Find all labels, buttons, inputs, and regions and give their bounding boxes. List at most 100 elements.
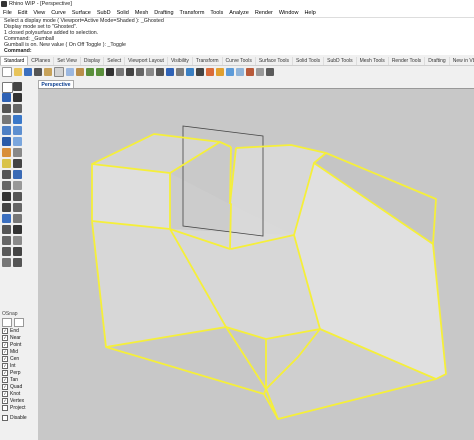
open-folder-icon[interactable] — [14, 68, 22, 76]
extrude-icon[interactable] — [13, 126, 22, 135]
rotate-icon[interactable] — [2, 203, 11, 212]
point-icon[interactable] — [13, 82, 22, 91]
tab-select[interactable]: Select — [104, 57, 126, 65]
menu-file[interactable]: File — [0, 10, 15, 16]
checkbox-checked-icon[interactable]: ✓ — [2, 383, 8, 390]
tab-visibility[interactable]: Visibility — [168, 57, 193, 65]
rotate-view-icon[interactable] — [116, 68, 124, 76]
scale-icon[interactable] — [13, 203, 22, 212]
menu-window[interactable]: Window — [276, 10, 302, 16]
tab-set-view[interactable]: Set View — [54, 57, 81, 65]
rectangle-icon[interactable] — [2, 115, 11, 124]
checkbox-checked-icon[interactable]: ✓ — [2, 397, 8, 404]
menu-drafting[interactable]: Drafting — [151, 10, 176, 16]
copy-icon[interactable] — [66, 68, 74, 76]
menu-analyze[interactable]: Analyze — [226, 10, 252, 16]
command-prompt[interactable]: Command: — [0, 48, 474, 54]
menu-edit[interactable]: Edit — [15, 10, 30, 16]
checkbox-checked-icon[interactable]: ✓ — [2, 390, 8, 397]
osnap-item-end[interactable]: ✓ End — [0, 327, 36, 334]
surface-icon[interactable] — [2, 126, 11, 135]
hide-icon[interactable] — [2, 258, 11, 267]
polyline-icon[interactable] — [2, 93, 11, 102]
cplane-icon[interactable] — [176, 68, 184, 76]
tab-subd-tools[interactable]: SubD Tools — [324, 57, 357, 65]
rendered-mode-icon[interactable] — [246, 68, 254, 76]
box-icon[interactable] — [2, 137, 11, 146]
sphere-icon[interactable] — [13, 137, 22, 146]
copy-object-icon[interactable] — [13, 192, 22, 201]
menu-view[interactable]: View — [30, 10, 48, 16]
properties-icon[interactable] — [196, 68, 204, 76]
explode-icon[interactable] — [2, 181, 11, 190]
osnap-item-knot[interactable]: ✓ Knot — [0, 390, 36, 397]
checkbox-checked-icon[interactable]: ✓ — [2, 327, 8, 334]
checkbox-checked-icon[interactable]: ✓ — [2, 376, 8, 383]
osnap-item-tan[interactable]: ✓ Tan — [0, 376, 36, 383]
analyze-icon[interactable] — [2, 247, 11, 256]
block-icon[interactable] — [13, 247, 22, 256]
subd-icon[interactable] — [13, 148, 22, 157]
menu-transform[interactable]: Transform — [177, 10, 208, 16]
four-view-icon[interactable] — [166, 68, 174, 76]
mirror-icon[interactable] — [2, 214, 11, 223]
menu-render[interactable]: Render — [252, 10, 276, 16]
perspective-viewport[interactable] — [38, 88, 474, 440]
tab-curve-tools[interactable]: Curve Tools — [223, 57, 256, 65]
checkbox-checked-icon[interactable]: ✓ — [2, 334, 8, 341]
save-icon[interactable] — [24, 68, 32, 76]
shaded-mode-icon[interactable] — [226, 68, 234, 76]
cut-icon[interactable] — [54, 67, 64, 77]
polygon-icon[interactable] — [13, 115, 22, 124]
boolean-icon[interactable] — [13, 236, 22, 245]
pan-icon[interactable] — [106, 68, 114, 76]
tab-drafting[interactable]: Drafting — [425, 57, 450, 65]
group-icon[interactable] — [13, 181, 22, 190]
osnap-item-quad[interactable]: ✓ Quad — [0, 383, 36, 390]
circle-icon[interactable] — [2, 104, 11, 113]
zoom-selected-icon[interactable] — [156, 68, 164, 76]
text-icon[interactable] — [13, 225, 22, 234]
tab-cplanes[interactable]: CPlanes — [28, 57, 55, 65]
osnap-item-int[interactable]: ✓ Int — [0, 362, 36, 369]
tab-surface-tools[interactable]: Surface Tools — [256, 57, 294, 65]
menu-curve[interactable]: Curve — [48, 10, 69, 16]
redo-icon[interactable] — [96, 68, 104, 76]
checkbox-checked-icon[interactable]: ✓ — [2, 362, 8, 369]
select-arrow-icon[interactable] — [2, 82, 13, 93]
tab-display[interactable]: Display — [81, 57, 105, 65]
checkbox-unchecked-icon[interactable] — [2, 414, 8, 421]
options-icon[interactable] — [256, 68, 264, 76]
tab-new-in-v8[interactable]: New in V8 — [450, 57, 474, 65]
osnap-item-project[interactable]: Project — [0, 404, 36, 411]
array-icon[interactable] — [13, 214, 22, 223]
move-icon[interactable] — [2, 192, 11, 201]
curve-icon[interactable] — [13, 93, 22, 102]
osnap-item-perp[interactable]: ✓ Perp — [0, 369, 36, 376]
render-icon[interactable] — [206, 68, 214, 76]
print-icon[interactable] — [34, 68, 42, 76]
osnap-item-near[interactable]: ✓ Near — [0, 334, 36, 341]
checkbox-checked-icon[interactable]: ✓ — [2, 369, 8, 376]
import-icon[interactable] — [44, 68, 52, 76]
trim-icon[interactable] — [13, 159, 22, 168]
menu-mesh[interactable]: Mesh — [132, 10, 151, 16]
mesh-icon[interactable] — [2, 148, 11, 157]
arc-icon[interactable] — [13, 104, 22, 113]
tab-mesh-tools[interactable]: Mesh Tools — [357, 57, 389, 65]
dimension-icon[interactable] — [2, 225, 11, 234]
paste-icon[interactable] — [76, 68, 84, 76]
tab-standard[interactable]: Standard — [0, 56, 29, 65]
light-icon[interactable] — [216, 68, 224, 76]
osnap-dropdown[interactable] — [2, 318, 12, 327]
osnap-disable[interactable]: Disable — [0, 414, 36, 421]
menu-surface[interactable]: Surface — [69, 10, 94, 16]
split-icon[interactable] — [2, 170, 11, 179]
osnap-item-cen[interactable]: ✓ Cen — [0, 355, 36, 362]
checkbox-checked-icon[interactable]: ✓ — [2, 355, 8, 362]
osnap-item-mid[interactable]: ✓ Mid — [0, 348, 36, 355]
checkbox-checked-icon[interactable]: ✓ — [2, 348, 8, 355]
tab-solid-tools[interactable]: Solid Tools — [293, 57, 325, 65]
layer-icon[interactable] — [186, 68, 194, 76]
undo-icon[interactable] — [86, 68, 94, 76]
